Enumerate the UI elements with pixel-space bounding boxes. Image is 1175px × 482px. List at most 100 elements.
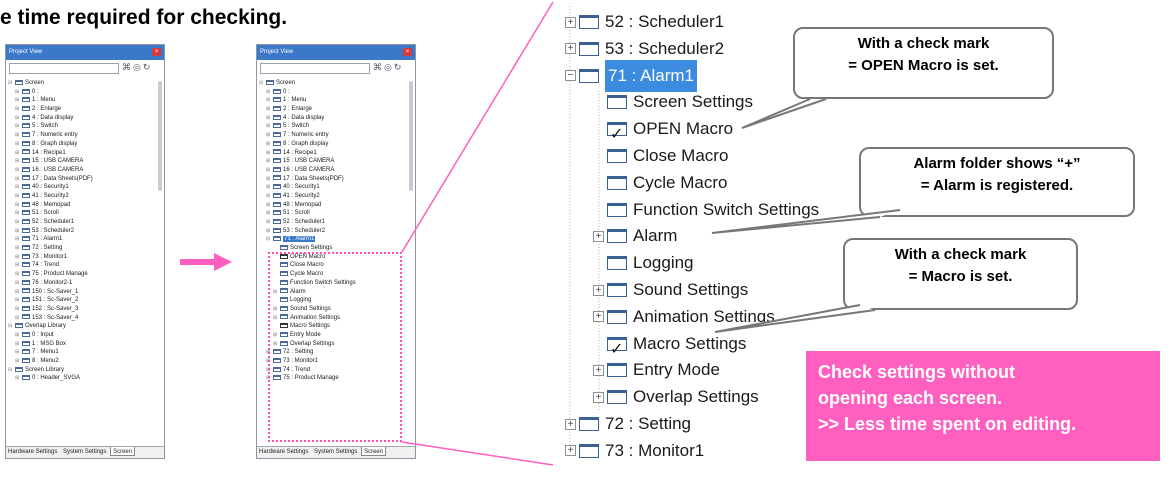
expand-icon[interactable]: ⊞ [15,209,21,218]
tree-item[interactable]: ⊞ 52 : Scheduler1 [8,218,156,227]
expand-icon[interactable]: ⊞ [15,105,21,114]
tree-item[interactable]: ⊞ 150 : Sc-Saver_1 [8,288,156,297]
expand-icon[interactable]: ⊞ [266,175,272,184]
tab-hardware-settings[interactable]: Hardware Settings [6,447,59,455]
expand-icon[interactable]: ⊞ [15,261,21,270]
tree-item[interactable]: ⊞ 15 : USB CAMERA [8,157,156,166]
tree-item[interactable]: ⊞ 51 : Scroll [8,209,156,218]
expand-icon[interactable]: ⊞ [15,296,21,305]
tree-item[interactable]: ⊟ 71 : Alarm1 [259,235,407,244]
tree-item[interactable]: ⊞ 48 : Memopad [259,201,407,210]
tree-item[interactable]: ⊞ 53 : Scheduler2 [8,227,156,236]
tree-item[interactable]: ⊞ 153 : Sc-Saver_4 [8,314,156,323]
tree-item[interactable]: ⊞ 1 : MSG Box [8,340,156,349]
expand-icon[interactable]: ⊞ [15,131,21,140]
expand-icon[interactable]: + [593,391,604,403]
tree-item[interactable]: ⊞ 7 : Numeric entry [8,131,156,140]
expand-icon[interactable]: ⊞ [15,114,21,123]
expand-icon[interactable]: ⊞ [266,114,272,123]
expand-icon[interactable]: ⊞ [266,88,272,97]
expand-icon[interactable]: ⊞ [15,122,21,131]
expand-icon[interactable]: + [565,16,576,28]
tree-scrollbar[interactable] [158,81,162,191]
tree-item[interactable]: ⊞ 0 : Header_SVGA [8,374,156,383]
close-icon[interactable]: × [152,48,161,56]
expand-icon[interactable]: ⊞ [15,157,21,166]
expand-icon[interactable]: ⊞ [266,209,272,218]
expand-icon[interactable]: ⊞ [15,288,21,297]
expand-icon[interactable]: ⊞ [15,183,21,192]
expand-icon[interactable]: ⊞ [15,201,21,210]
tree-item[interactable]: ⊞ 8 : Graph display [259,140,407,149]
search-input[interactable] [9,63,119,74]
tab-hardware-settings[interactable]: Hardware Settings [257,447,310,455]
expand-icon[interactable]: ⊞ [15,235,21,244]
tree-item[interactable]: ⊞ 48 : Memopad [8,201,156,210]
tree-item[interactable]: ⊞ 14 : Recipe1 [259,149,407,158]
tab-screen[interactable]: Screen [361,447,387,456]
expand-icon[interactable]: ⊞ [15,340,21,349]
tree-item[interactable]: ⊞ 73 : Monitor1 [8,253,156,262]
tree-item[interactable]: ⊞ 40 : Security1 [259,183,407,192]
tree-item[interactable]: ⊞ 7 : Menu1 [8,348,156,357]
tree-item[interactable]: ⊞ 17 : Data Sheets(PDF) [8,175,156,184]
tab-system-settings[interactable]: System Settings [61,447,108,455]
tab-system-settings[interactable]: System Settings [312,447,359,455]
expand-icon[interactable]: ⊞ [15,331,21,340]
search-input[interactable] [260,63,370,74]
tree-item[interactable]: ⊞ 5 : Switch [259,122,407,131]
tree-item[interactable]: ⊞ 14 : Recipe1 [8,149,156,158]
collapse-icon[interactable]: − [565,70,576,82]
expand-icon[interactable]: ⊞ [266,227,272,236]
expand-icon[interactable]: ⊞ [15,166,21,175]
expand-icon[interactable]: + [593,284,604,296]
expand-icon[interactable]: ⊞ [266,122,272,131]
tree-item[interactable]: ⊞ 76 : Monitor2-1 [8,279,156,288]
tree-item[interactable]: ⊞ 8 : Menu2 [8,357,156,366]
expand-icon[interactable]: ⊞ [15,244,21,253]
tree-item[interactable]: ⊞ 16 : USB CAMERA [8,166,156,175]
tree-item[interactable]: ⊞ 41 : Security2 [8,192,156,201]
tree-item[interactable]: ⊟ Screen [8,79,156,88]
tree-item[interactable]: ⊞ 75 : Product Manage [8,270,156,279]
tree-item[interactable]: ⊞ 52 : Scheduler1 [259,218,407,227]
expand-icon[interactable]: ⊞ [15,374,21,383]
tree-item[interactable]: ⊟ Screen [259,79,407,88]
tree-item[interactable]: ⊞ 40 : Security1 [8,183,156,192]
expand-icon[interactable]: + [565,445,576,457]
expand-icon[interactable]: + [593,364,604,376]
tree-item[interactable]: ⊞ 2 : Enlarge [259,105,407,114]
expand-icon[interactable]: ⊞ [15,357,21,366]
tree-item[interactable]: ⊞ 0 : [8,88,156,97]
expand-icon[interactable]: ⊞ [15,96,21,105]
expand-icon[interactable]: ⊟ [266,235,272,244]
tree-item[interactable]: ⊞ 152 : Sc-Saver_3 [8,305,156,314]
tree-scrollbar[interactable] [409,81,413,191]
tree-item[interactable]: ⊞ 4 : Data display [259,114,407,123]
expand-icon[interactable]: ⊞ [266,183,272,192]
expand-icon[interactable]: ⊞ [15,175,21,184]
expand-icon[interactable]: ⊞ [15,227,21,236]
zoom-tree-item[interactable]: +73 : Monitor1 [565,435,704,467]
toolbar-icons[interactable]: ⌘◎↻ [122,62,152,73]
toolbar-icons[interactable]: ⌘◎↻ [373,62,403,73]
expand-icon[interactable]: ⊟ [8,322,14,331]
expand-icon[interactable]: ⊞ [15,149,21,158]
expand-icon[interactable]: ⊞ [15,279,21,288]
tree-item[interactable]: ⊞ 1 : Menu [259,96,407,105]
tree-item[interactable]: ⊟ Screen Library [8,366,156,375]
expand-icon[interactable]: ⊞ [266,149,272,158]
tree-item[interactable]: ⊞ 72 : Setting [8,244,156,253]
tab-screen[interactable]: Screen [110,447,136,456]
close-icon[interactable]: × [403,48,412,56]
expand-icon[interactable]: ⊞ [266,140,272,149]
tree-item[interactable]: ⊞ 16 : USB CAMERA [259,166,407,175]
expand-icon[interactable]: ⊞ [266,96,272,105]
tree-item[interactable]: ⊞ 0 : Input [8,331,156,340]
tree-item[interactable]: ⊞ 15 : USB CAMERA [259,157,407,166]
expand-icon[interactable]: ⊞ [266,157,272,166]
expand-icon[interactable]: ⊞ [266,105,272,114]
tree-item[interactable]: ⊞ 17 : Data Sheets(PDF) [259,175,407,184]
tree-item[interactable]: ⊞ 4 : Data display [8,114,156,123]
expand-icon[interactable]: ⊞ [266,166,272,175]
